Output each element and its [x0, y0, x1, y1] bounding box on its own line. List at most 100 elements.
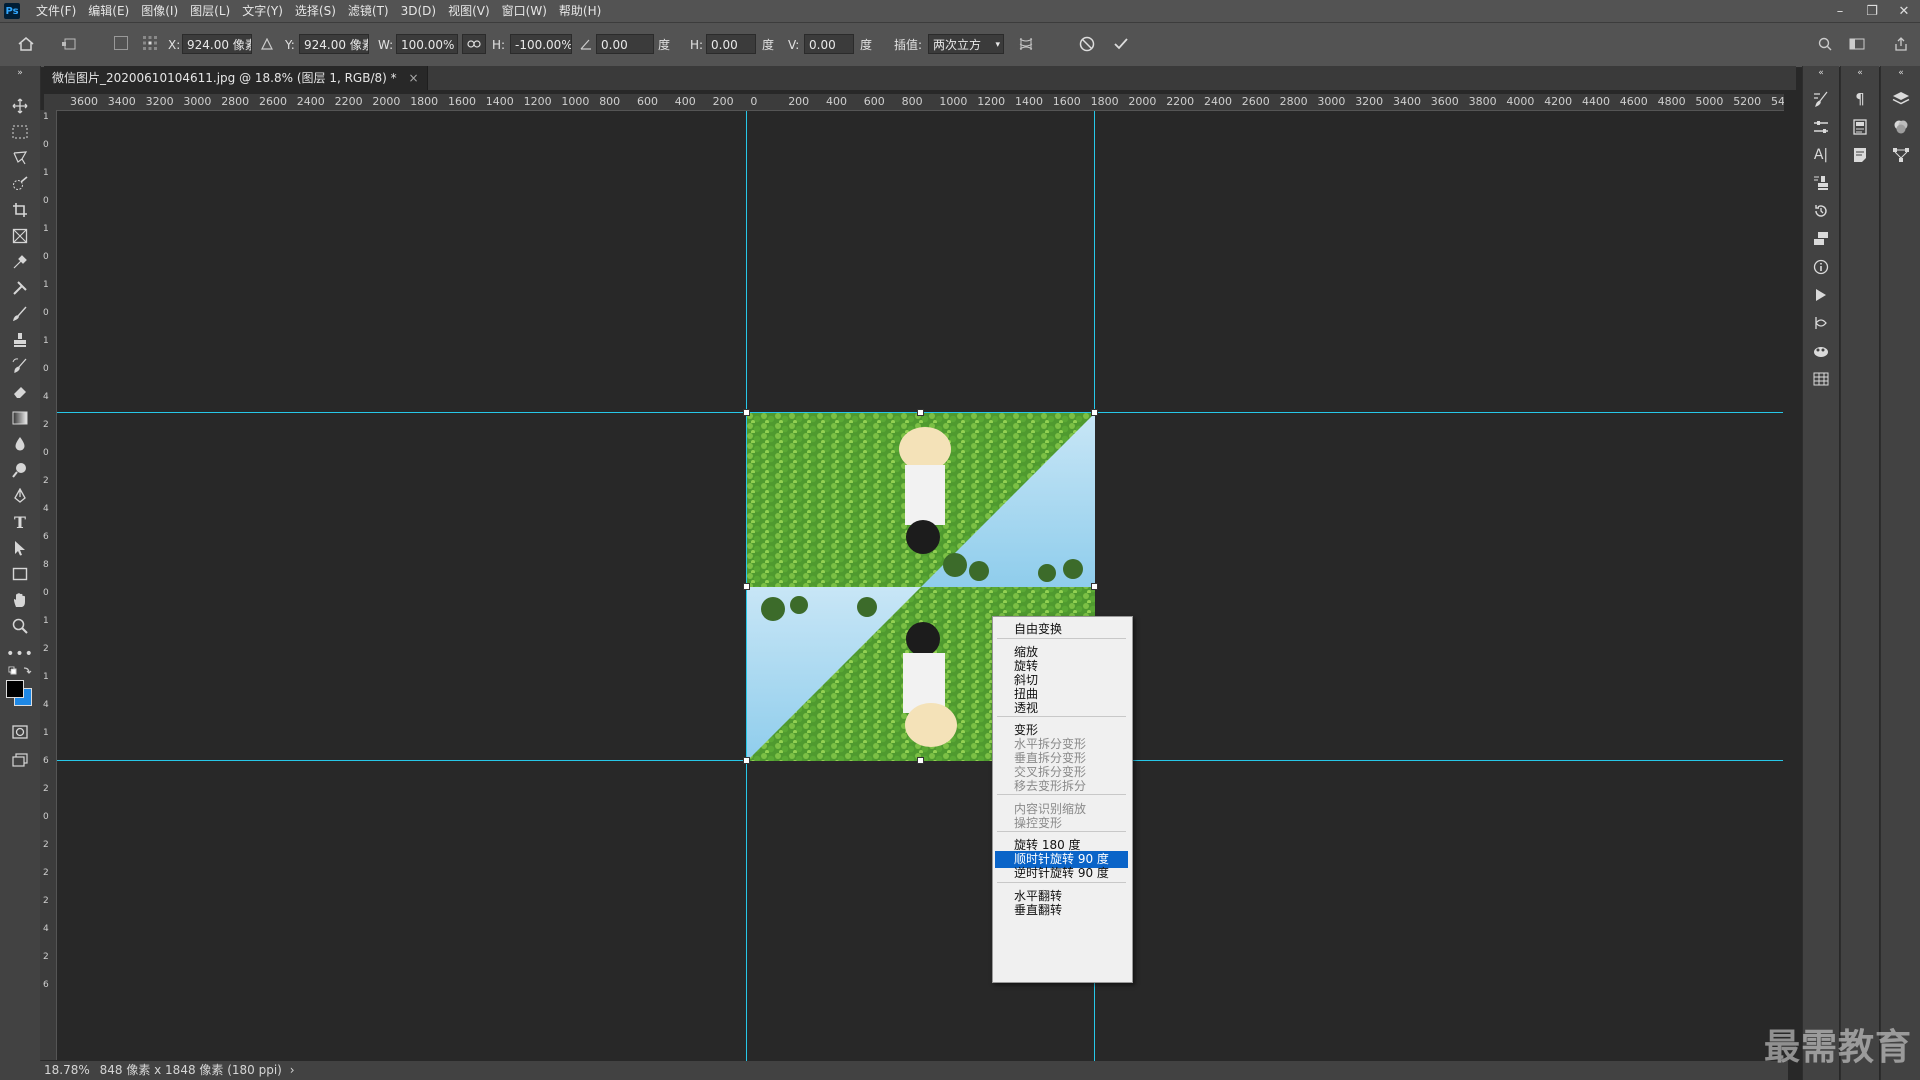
link-icon[interactable]	[462, 34, 486, 54]
menu-view[interactable]: 视图(V)	[442, 0, 496, 22]
document-info[interactable]: 848 像素 x 1848 像素 (180 ppi)	[100, 1063, 282, 1077]
document-tab[interactable]: 微信图片_20200610104611.jpg @ 18.8% (图层 1, R…	[44, 66, 428, 90]
menu-help[interactable]: 帮助(H)	[553, 0, 607, 22]
rotation-angle-field[interactable]: 0.00	[596, 34, 654, 54]
collapse-panel-icon[interactable]: «	[1809, 68, 1833, 78]
foreground-color-swatch[interactable]	[6, 680, 24, 698]
type-tool-icon[interactable]: T	[6, 510, 34, 534]
table-grid-icon[interactable]	[1809, 368, 1833, 390]
more-tools-icon[interactable]: •••	[6, 642, 34, 666]
dodge-tool-icon[interactable]	[6, 458, 34, 482]
transform-handle-middle-left[interactable]	[743, 583, 750, 590]
hand-tool-icon[interactable]	[6, 588, 34, 612]
menu-edit[interactable]: 编辑(E)	[82, 0, 135, 22]
gradient-tool-icon[interactable]	[6, 406, 34, 430]
paragraph-icon[interactable]: ¶	[1848, 88, 1872, 110]
channels-icon[interactable]	[1889, 116, 1913, 138]
canvas-area[interactable]	[57, 111, 1783, 1061]
eraser-tool-icon[interactable]	[6, 380, 34, 404]
history-brush-tool-icon[interactable]	[6, 354, 34, 378]
zoom-tool-icon[interactable]	[6, 614, 34, 638]
marquee-tool-icon[interactable]	[6, 120, 34, 144]
info-icon[interactable]	[1809, 256, 1833, 278]
interpolation-select[interactable]: 两次立方 ▾	[928, 34, 1004, 54]
collapse-panel-icon[interactable]: «	[1848, 68, 1872, 78]
reference-point-checkbox[interactable]	[114, 36, 128, 50]
lasso-tool-icon[interactable]	[6, 146, 34, 170]
warp-mode-icon[interactable]	[1015, 33, 1037, 55]
commit-transform-icon[interactable]	[1110, 33, 1132, 55]
eyedropper-tool-icon[interactable]	[6, 250, 34, 274]
menu-type[interactable]: 文字(Y)	[236, 0, 289, 22]
cancel-transform-icon[interactable]	[1076, 33, 1098, 55]
transform-tool-icon[interactable]	[58, 33, 82, 55]
swap-colors-icon[interactable]	[6, 664, 34, 678]
menu-file[interactable]: 文件(F)	[30, 0, 82, 22]
relative-position-icon[interactable]	[258, 35, 276, 53]
layer-comps-icon[interactable]	[1809, 228, 1833, 250]
ruler-tick-label: 2000	[1128, 95, 1157, 108]
transform-handle-bottom-center[interactable]	[917, 757, 924, 764]
history-icon[interactable]	[1809, 200, 1833, 222]
workspace-icon[interactable]	[1846, 33, 1868, 55]
search-icon[interactable]	[1814, 33, 1836, 55]
width-field[interactable]: 100.00%	[396, 34, 458, 54]
quick-selection-tool-icon[interactable]	[6, 172, 34, 196]
context-menu-item[interactable]: 透视	[995, 700, 1128, 717]
rectangle-tool-icon[interactable]	[6, 562, 34, 586]
zoom-level[interactable]: 18.78%	[44, 1063, 90, 1077]
ruler-tick-label: 600	[863, 95, 885, 108]
context-menu-item[interactable]: 自由变换	[995, 621, 1128, 638]
path-selection-tool-icon[interactable]	[6, 536, 34, 560]
quick-mask-icon[interactable]	[6, 720, 34, 744]
restore-icon[interactable]: ❐	[1856, 0, 1888, 22]
notes-icon[interactable]	[1848, 144, 1872, 166]
brush-tool-icon[interactable]	[6, 302, 34, 326]
3d-materials-icon[interactable]	[1809, 340, 1833, 362]
close-tab-icon[interactable]: ×	[408, 71, 418, 85]
vertical-skew-field[interactable]: 0.00	[804, 34, 854, 54]
menu-select[interactable]: 选择(S)	[289, 0, 342, 22]
collapse-panel-icon[interactable]: «	[1889, 68, 1913, 78]
reference-point-grid-icon[interactable]	[140, 33, 160, 53]
character-icon[interactable]: A|	[1809, 144, 1833, 166]
context-menu-item[interactable]: 垂直翻转	[995, 902, 1128, 919]
screen-mode-icon[interactable]	[6, 748, 34, 772]
menu-3d[interactable]: 3D(D)	[395, 0, 442, 22]
pen-tool-icon[interactable]	[6, 484, 34, 508]
healing-brush-tool-icon[interactable]	[6, 276, 34, 300]
transform-handle-top-left[interactable]	[743, 409, 750, 416]
blur-tool-icon[interactable]	[6, 432, 34, 456]
transform-handle-top-right[interactable]	[1091, 409, 1098, 416]
adjustments-icon[interactable]	[1809, 116, 1833, 138]
context-menu-item[interactable]: 逆时针旋转 90 度	[995, 865, 1128, 882]
y-position-field[interactable]: 924.00 像素	[299, 34, 369, 54]
transform-handle-bottom-left[interactable]	[743, 757, 750, 764]
transform-handle-middle-right[interactable]	[1091, 583, 1098, 590]
height-field[interactable]: -100.00%	[510, 34, 572, 54]
close-window-icon[interactable]: ✕	[1888, 0, 1920, 22]
expand-panel-icon[interactable]: »	[6, 68, 34, 78]
paths-icon[interactable]	[1809, 312, 1833, 334]
menu-image[interactable]: 图像(I)	[135, 0, 184, 22]
brush-settings-icon[interactable]	[1809, 88, 1833, 110]
clone-source-icon[interactable]	[1809, 172, 1833, 194]
move-tool-icon[interactable]	[6, 94, 34, 118]
menu-filter[interactable]: 滤镜(T)	[342, 0, 395, 22]
crop-tool-icon[interactable]	[6, 198, 34, 222]
paragraph-styles-icon[interactable]	[1848, 116, 1872, 138]
x-position-field[interactable]: 924.00 像素	[182, 34, 252, 54]
horizontal-skew-field[interactable]: 0.00	[706, 34, 756, 54]
layers-icon[interactable]	[1889, 88, 1913, 110]
status-expand-icon[interactable]: ›	[290, 1063, 295, 1077]
actions-play-icon[interactable]	[1809, 284, 1833, 306]
minimize-icon[interactable]: –	[1824, 0, 1856, 22]
menu-window[interactable]: 窗口(W)	[496, 0, 553, 22]
paths-panel-icon[interactable]	[1889, 144, 1913, 166]
clone-stamp-tool-icon[interactable]	[6, 328, 34, 352]
frame-tool-icon[interactable]	[6, 224, 34, 248]
home-icon[interactable]	[14, 33, 38, 55]
transform-handle-top-center[interactable]	[917, 409, 924, 416]
share-icon[interactable]	[1890, 33, 1912, 55]
menu-layer[interactable]: 图层(L)	[184, 0, 236, 22]
